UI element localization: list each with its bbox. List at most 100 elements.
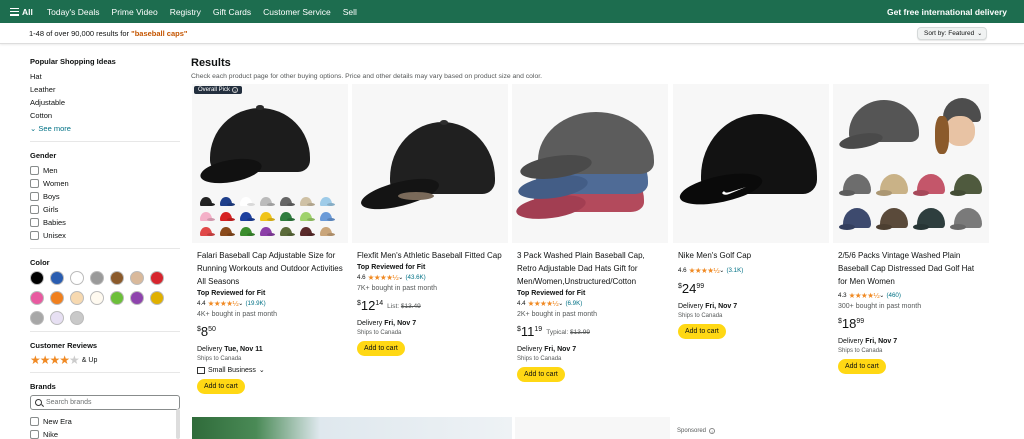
color-swatch[interactable] — [30, 271, 44, 285]
product-title[interactable]: 2/5/6 Packs Vintage Washed Plain Basebal… — [838, 249, 984, 288]
gender-option-babies[interactable]: Babies — [30, 216, 180, 229]
review-count[interactable]: (19.9K) — [245, 300, 265, 307]
four-star-filter[interactable]: ★★★★★ & Up — [30, 354, 180, 366]
color-variant-thumbnail[interactable] — [278, 226, 295, 239]
nav-link-prime-video[interactable]: Prime Video — [112, 7, 158, 17]
product-title[interactable]: Nike Men's Golf Cap — [678, 249, 824, 262]
color-swatch[interactable] — [90, 291, 104, 305]
sponsored-label[interactable]: Sponsored i — [677, 428, 716, 434]
color-swatch[interactable] — [30, 311, 44, 325]
nav-link-todays-deals[interactable]: Today's Deals — [47, 7, 100, 17]
color-variant-thumbnail[interactable] — [278, 196, 295, 209]
product-card[interactable]: Flexfit Men's Athletic Baseball Fitted C… — [352, 84, 508, 410]
color-variant-thumbnail[interactable] — [238, 226, 255, 239]
nav-link-gift-cards[interactable]: Gift Cards — [213, 7, 251, 17]
gender-option-unisex[interactable]: Unisex — [30, 229, 180, 242]
color-swatch[interactable] — [150, 271, 164, 285]
color-swatch[interactable] — [70, 291, 84, 305]
all-menu-button[interactable]: All — [10, 7, 33, 17]
checkbox[interactable] — [30, 231, 39, 240]
product-card[interactable]: 3 Pack Washed Plain Baseball Cap, Retro … — [512, 84, 668, 410]
color-variant-thumbnail[interactable] — [238, 211, 255, 224]
color-variant-thumbnail[interactable] — [318, 226, 335, 239]
product-image[interactable] — [833, 84, 989, 243]
product-image[interactable] — [352, 84, 508, 243]
gender-option-boys[interactable]: Boys — [30, 190, 180, 203]
color-swatch[interactable] — [150, 291, 164, 305]
color-variant-thumbnail[interactable] — [318, 211, 335, 224]
color-variant-thumbnails[interactable] — [198, 196, 335, 239]
rating-row[interactable]: 4.6 ★★★★½ ⌄ (43.6K) — [357, 273, 503, 282]
color-swatch[interactable] — [50, 311, 64, 325]
color-variant-thumbnail[interactable] — [218, 211, 235, 224]
small-business-badge[interactable]: Small Business ⌄ — [197, 366, 343, 374]
product-image[interactable] — [512, 84, 668, 243]
product-card[interactable]: 2/5/6 Packs Vintage Washed Plain Basebal… — [833, 84, 989, 410]
color-variant-thumbnail[interactable] — [238, 196, 255, 209]
product-title[interactable]: Flexfit Men's Athletic Baseball Fitted C… — [357, 249, 503, 262]
color-variant-thumbnail[interactable] — [298, 211, 315, 224]
color-variant-thumbnail[interactable] — [298, 226, 315, 239]
checkbox[interactable] — [30, 166, 39, 175]
color-variant-thumbnail[interactable] — [258, 226, 275, 239]
sort-dropdown[interactable]: Sort by: Featured ⌄ — [917, 27, 987, 40]
add-to-cart-button[interactable]: Add to cart — [357, 341, 405, 356]
product-card[interactable]: Overall Pick i Falari Baseball Cap Adjust… — [192, 84, 348, 410]
rating-row[interactable]: 4.4 ★★★★½ ⌄ (6.9K) — [517, 299, 663, 308]
gender-option-girls[interactable]: Girls — [30, 203, 180, 216]
popular-item-adjustable[interactable]: Adjustable — [30, 96, 180, 109]
color-swatch[interactable] — [30, 291, 44, 305]
review-count[interactable]: (6.9K) — [565, 300, 582, 307]
color-variant-thumbnail[interactable] — [198, 226, 215, 239]
nav-link-sell[interactable]: Sell — [343, 7, 357, 17]
color-swatch[interactable] — [110, 291, 124, 305]
checkbox[interactable] — [30, 218, 39, 227]
color-variant-thumbnail[interactable] — [218, 196, 235, 209]
review-count[interactable]: (43.6K) — [405, 274, 425, 281]
color-variant-thumbnail[interactable] — [258, 211, 275, 224]
brand-search-input[interactable]: Search brands — [30, 395, 180, 410]
intl-delivery-link[interactable]: Get free international delivery — [887, 7, 1007, 17]
color-swatch[interactable] — [130, 291, 144, 305]
rating-row[interactable]: 4.4 ★★★★½ ⌄ (19.9K) — [197, 299, 343, 308]
next-row-product-image[interactable] — [515, 417, 670, 439]
brand-option-nike[interactable]: Nike — [30, 428, 180, 439]
add-to-cart-button[interactable]: Add to cart — [838, 359, 886, 374]
color-swatch[interactable] — [90, 271, 104, 285]
gender-option-men[interactable]: Men — [30, 164, 180, 177]
product-title[interactable]: 3 Pack Washed Plain Baseball Cap, Retro … — [517, 249, 663, 288]
color-swatch[interactable] — [130, 271, 144, 285]
popular-item-leather[interactable]: Leather — [30, 83, 180, 96]
product-title[interactable]: Falari Baseball Cap Adjustable Size for … — [197, 249, 343, 288]
add-to-cart-button[interactable]: Add to cart — [517, 367, 565, 382]
color-variant-thumbnail[interactable] — [298, 196, 315, 209]
see-more-link[interactable]: ⌄ See more — [30, 122, 180, 135]
review-count[interactable]: (460) — [886, 292, 900, 299]
product-card[interactable]: Nike Men's Golf Cap 4.6 ★★★★½ ⌄ (3.1K) $… — [673, 84, 829, 410]
checkbox[interactable] — [30, 192, 39, 201]
color-variant-thumbnail[interactable] — [218, 226, 235, 239]
rating-row[interactable]: 4.3 ★★★★½ ⌄ (460) — [838, 291, 984, 300]
color-swatch[interactable] — [70, 271, 84, 285]
gender-option-women[interactable]: Women — [30, 177, 180, 190]
rating-row[interactable]: 4.6 ★★★★½ ⌄ (3.1K) — [678, 266, 824, 275]
product-image[interactable] — [673, 84, 829, 243]
checkbox[interactable] — [30, 205, 39, 214]
color-variant-thumbnail[interactable] — [258, 196, 275, 209]
popular-item-hat[interactable]: Hat — [30, 70, 180, 83]
checkbox[interactable] — [30, 430, 39, 439]
color-swatch[interactable] — [110, 271, 124, 285]
add-to-cart-button[interactable]: Add to cart — [678, 324, 726, 339]
checkbox[interactable] — [30, 417, 39, 426]
nav-link-registry[interactable]: Registry — [170, 7, 201, 17]
color-variant-thumbnail[interactable] — [318, 196, 335, 209]
color-variant-thumbnail[interactable] — [198, 196, 215, 209]
next-row-product-image[interactable] — [192, 417, 512, 439]
color-swatch[interactable] — [50, 271, 64, 285]
add-to-cart-button[interactable]: Add to cart — [197, 379, 245, 394]
color-swatch[interactable] — [50, 291, 64, 305]
brand-option-new-era[interactable]: New Era — [30, 415, 180, 428]
review-count[interactable]: (3.1K) — [726, 267, 743, 274]
product-image[interactable]: Overall Pick i — [192, 84, 348, 243]
color-swatch[interactable] — [70, 311, 84, 325]
